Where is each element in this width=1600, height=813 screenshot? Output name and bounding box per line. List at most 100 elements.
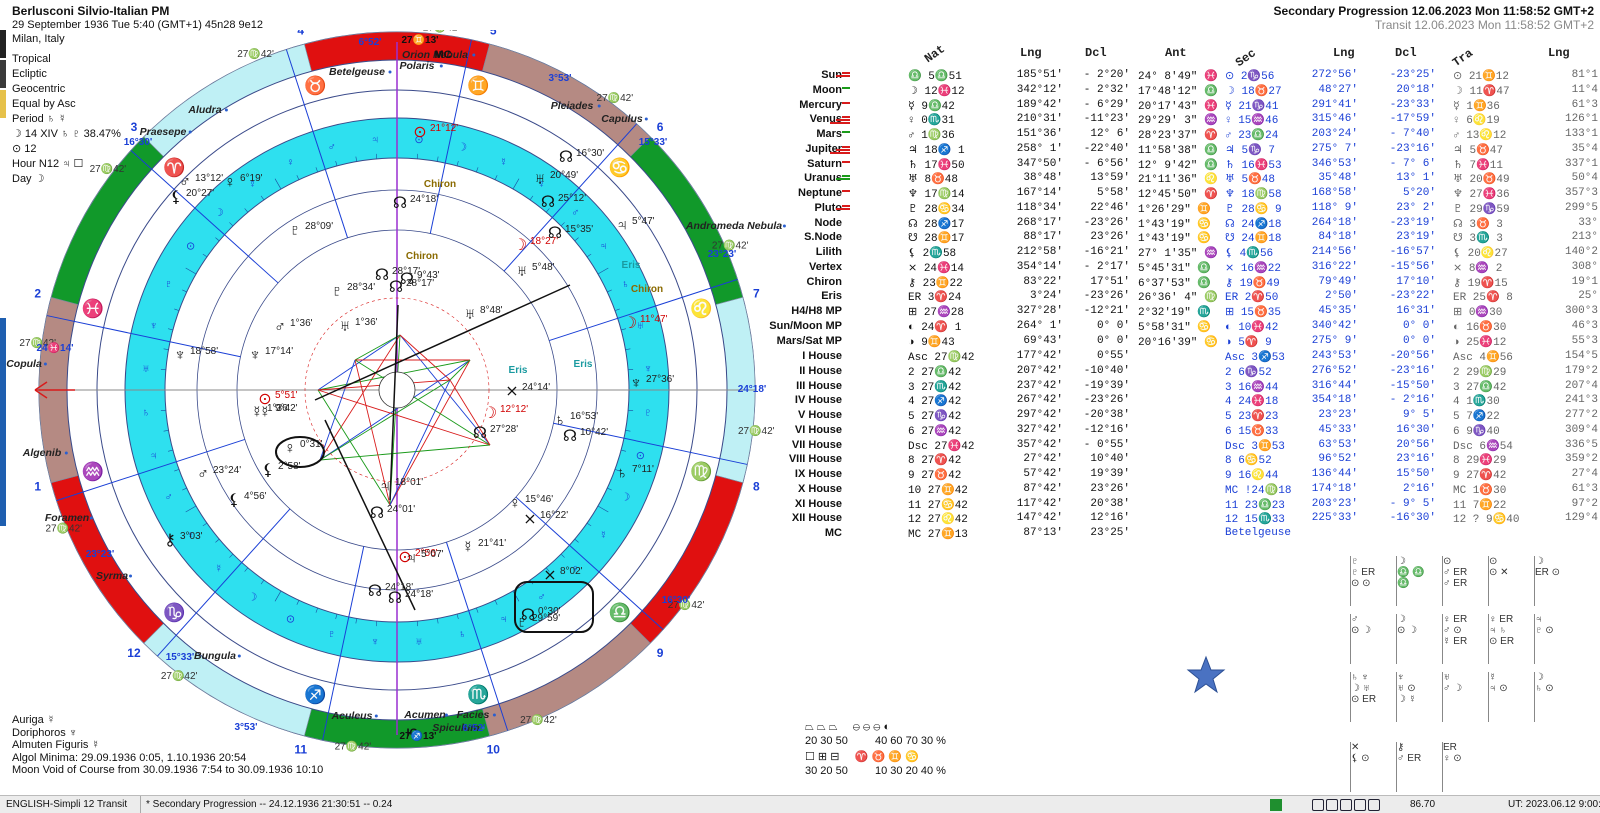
degree-label: 23°23'	[86, 549, 115, 560]
aspect-cell: ♀ ER ♂ ⊙ ☿ ER	[1442, 614, 1482, 664]
cell-lng3: 81°1	[1571, 69, 1598, 81]
aspect-cell: ✕ ⚸ ⊙	[1350, 742, 1390, 792]
planet-glyph: ♀	[284, 440, 296, 457]
cell-tra: ◐ 16♉30	[1453, 321, 1507, 334]
cell-ant: 5°58'31" ♋	[1138, 321, 1212, 334]
cell-dcl2: - 7°40'	[1389, 128, 1436, 140]
cell-tra: ♄ 7♓11	[1453, 159, 1503, 172]
cell-nat: ♇ 28♋34	[908, 203, 965, 216]
aspect-cell: ⊙ ⊙ ✕	[1488, 556, 1528, 606]
fixed-star-dot	[89, 516, 93, 520]
row-name: Eris	[821, 290, 842, 303]
col-head-sec: Sec	[1232, 46, 1259, 70]
planet-glyph: ☊	[559, 149, 573, 166]
cell-tra: ◑ 25♓12	[1453, 336, 1507, 349]
strength-bar	[826, 204, 862, 215]
cell-lng: 27°42'	[1023, 453, 1063, 466]
cusp-degree-label: 27♍42'	[237, 47, 274, 60]
chart-wheel[interactable]: ⊙ ☽ ☿ ♀ ♂ ♃ ♄ ♅ ♆ ♇ ⊙ ☽ ☿ ♀ ♂ ♃ ♄ ♅ ♆ ♇ ⊙ ☽ ☿ ♀ ♂ ♃ ♄ ♅ ♆ ♇ ⊙ ☽ ☿ ♀ ♂ ♃ ♈ ♉ ♊ ♋…	[0, 21, 800, 790]
cell-dcl2: -23°16'	[1389, 142, 1436, 155]
ring-glyph: ♇	[644, 407, 652, 419]
cell-lng3: 207°4	[1564, 379, 1598, 392]
cell-lng: 88°17'	[1023, 231, 1063, 244]
strength-bar-segment	[836, 178, 850, 181]
row-name: Mars/Sat MP	[776, 334, 842, 347]
cell-dcl2: -15°56'	[1389, 260, 1436, 273]
cell-lng3: 277°2	[1564, 409, 1598, 421]
cell-sec: 4 24♓18	[1225, 396, 1279, 409]
chiron-label: Chiron	[406, 251, 438, 262]
status-button-1[interactable]	[1312, 799, 1324, 811]
fixed-star-label: Aludra	[187, 104, 221, 116]
col-head-ant: Ant	[1165, 46, 1187, 60]
cell-tra: 6 9♑40	[1453, 425, 1500, 438]
planet-glyph: ☊	[370, 505, 384, 522]
cell-lng3: 35°4	[1571, 142, 1598, 155]
status-language[interactable]: ENGLISH-Simpli 12 Transit	[6, 799, 127, 810]
cell-dcl2: -20°56'	[1389, 350, 1436, 362]
cell-lng3: 241°3	[1564, 394, 1598, 407]
ring-glyph: ♆	[371, 636, 379, 648]
cell-lng3: 61°3	[1571, 98, 1598, 111]
star-icon[interactable]	[1186, 655, 1226, 695]
planet-glyph: ♇	[331, 283, 343, 300]
cell-lng2: 45°35'	[1318, 305, 1358, 317]
table-row: II House 2 27♎42 207°42' -10°40' 2 6♑52 276°5…	[720, 365, 1600, 380]
cell-ant: 5°45'31" ♎	[1138, 262, 1212, 275]
planet-degree: 5°51'	[275, 390, 298, 401]
fixed-star-label: Capulus	[601, 113, 643, 125]
cell-nat: 3 27♏42	[908, 381, 962, 394]
planet-glyph: ☊	[541, 194, 555, 211]
extra-info: Auriga ☿ Doriphoros ♆ Almuten Figuris ☿ …	[12, 714, 323, 777]
cell-dcl: 12°16'	[1090, 512, 1130, 525]
cell-tra: 11 7♊22	[1453, 499, 1507, 512]
fixed-star-label: Polaris	[399, 60, 434, 72]
house-table: I House Asc 27♍42 177°42' 0°55' Asc 3♐53 243°…	[720, 350, 1600, 550]
cell-lng2: 243°53'	[1311, 350, 1358, 362]
mc-label: MC	[434, 49, 451, 61]
row-name: S.Node	[804, 231, 842, 244]
planet-glyph: ♃	[405, 550, 417, 567]
planet-degree: 1°36'	[355, 317, 378, 328]
fixed-star-dot	[444, 713, 448, 717]
cell-dcl2: 5°20'	[1402, 187, 1436, 199]
row-name: VII House	[791, 438, 842, 451]
cell-nat: ⚷ 23♊22	[908, 277, 963, 290]
cell-dcl2: 13° 1'	[1396, 172, 1436, 185]
cell-dcl: - 2°20'	[1083, 69, 1130, 81]
planet-glyph: ♇	[289, 222, 301, 239]
cell-sec: ◐ 10♓42	[1225, 321, 1279, 334]
fixed-star-dot	[374, 714, 378, 718]
wheel-svg[interactable]: ⊙☽☿♀♂♃♄♅♆♇⊙☽☿♀♂♃♄♅♆♇⊙☽☿♀♂♃♄♅♆♇⊙☽☿♀♂♃♈♉ ♊♋…	[0, 21, 800, 790]
cell-dcl: 23°26'	[1090, 482, 1130, 495]
cell-tra: 8 29♓29	[1453, 455, 1507, 468]
cell-sec: ⊞ 15♉35	[1225, 307, 1281, 319]
aspect-cell: ⚷ ♂ ER	[1396, 742, 1436, 792]
planet-degree: 4°56'	[244, 491, 267, 502]
house-number: 6	[657, 120, 664, 134]
cell-lng: 118°34'	[1016, 201, 1063, 214]
cell-lng3: 309°4	[1564, 423, 1598, 436]
planet-degree: 5°48'	[532, 262, 555, 273]
status-button-3[interactable]	[1340, 799, 1352, 811]
status-progression[interactable]: * Secondary Progression -- 24.12.1936 21…	[146, 799, 392, 810]
status-button-5[interactable]	[1368, 799, 1380, 811]
aspect-cell: ♆ ♅ ⊙ ☽ ☿	[1396, 672, 1436, 722]
planet-degree: 16°22'	[540, 510, 568, 521]
planet-degree: 18°58'	[190, 346, 218, 357]
status-indicator	[1270, 799, 1282, 811]
table-row: XI House 11 27♋42 117°42' 20°38' 11 23♎23 203…	[720, 498, 1600, 513]
planet-degree: 10°42'	[580, 427, 608, 438]
ic-degree-label: 27♐13'	[399, 729, 436, 742]
planet-degree: 15°46'	[525, 494, 553, 505]
status-button-4[interactable]	[1354, 799, 1366, 811]
planet-glyph: ⊙	[413, 124, 426, 141]
cell-nat: 8 27♈42	[908, 455, 962, 468]
row-name: IV House	[794, 394, 842, 407]
cell-tra: ♂ 13♌12	[1453, 130, 1507, 142]
status-button-2[interactable]	[1326, 799, 1338, 811]
cell-sec: ☊ 24♐18	[1225, 218, 1282, 231]
cell-lng3: 357°3	[1564, 187, 1598, 199]
planet-glyph: ☊	[563, 428, 577, 445]
strength-bar-segment	[842, 131, 850, 133]
